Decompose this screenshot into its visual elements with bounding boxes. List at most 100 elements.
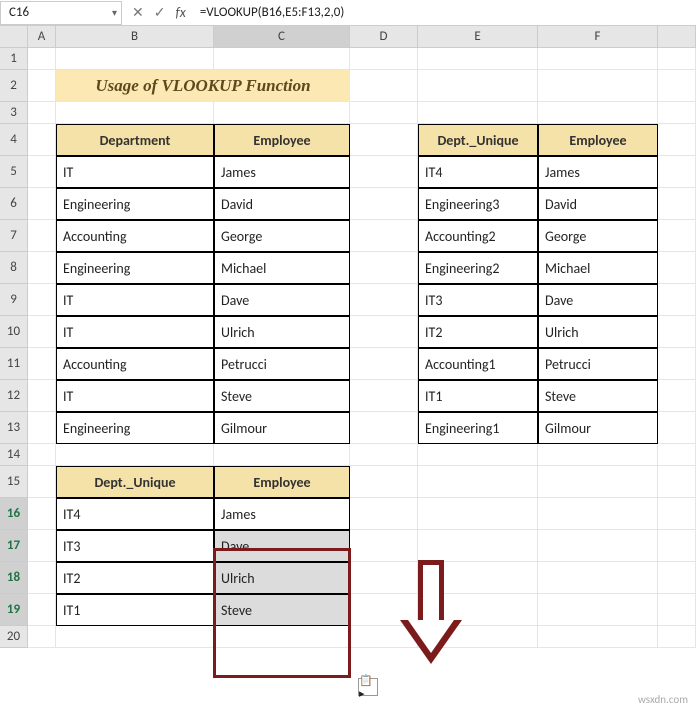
row-header[interactable]: 2 — [0, 70, 28, 102]
cell[interactable] — [658, 380, 696, 412]
table3-cell[interactable]: James — [214, 498, 350, 530]
cell[interactable] — [350, 348, 418, 380]
cell[interactable] — [538, 498, 658, 530]
cell[interactable] — [658, 102, 696, 124]
cell[interactable] — [350, 188, 418, 220]
cell[interactable] — [658, 498, 696, 530]
row-header[interactable]: 10 — [0, 316, 28, 348]
table2-cell[interactable]: Accounting1 — [418, 348, 538, 380]
cell[interactable] — [28, 444, 56, 466]
cell[interactable] — [658, 156, 696, 188]
cell[interactable] — [350, 48, 418, 70]
cell[interactable] — [350, 444, 418, 466]
cell[interactable] — [658, 48, 696, 70]
cell[interactable] — [350, 220, 418, 252]
table1-cell[interactable]: Michael — [214, 252, 350, 284]
cell[interactable] — [658, 348, 696, 380]
row-header[interactable]: 19 — [0, 594, 28, 626]
table1-cell[interactable]: Engineering — [56, 412, 214, 444]
cell[interactable] — [350, 530, 418, 562]
cell[interactable] — [28, 498, 56, 530]
cell[interactable] — [658, 444, 696, 466]
table1-cell[interactable]: IT — [56, 156, 214, 188]
select-all-corner[interactable] — [0, 26, 28, 47]
table2-cell[interactable]: George — [538, 220, 658, 252]
table3-cell[interactable]: IT1 — [56, 594, 214, 626]
confirm-icon[interactable]: ✓ — [154, 4, 166, 21]
row-header[interactable]: 7 — [0, 220, 28, 252]
row-header[interactable]: 1 — [0, 48, 28, 70]
cell[interactable] — [28, 412, 56, 444]
cell[interactable] — [56, 102, 214, 124]
table3-cell[interactable]: Dave — [214, 530, 350, 562]
cell[interactable] — [658, 252, 696, 284]
cell[interactable] — [658, 466, 696, 498]
spreadsheet-grid[interactable]: A B C D E F 12Usage of VLOOKUP Function3… — [0, 26, 696, 648]
cell[interactable] — [658, 562, 696, 594]
cell[interactable] — [538, 444, 658, 466]
row-header[interactable]: 6 — [0, 188, 28, 220]
cell[interactable] — [56, 444, 214, 466]
col-header-D[interactable]: D — [350, 26, 418, 47]
cell[interactable] — [658, 594, 696, 626]
table1-cell[interactable]: Accounting — [56, 348, 214, 380]
cell[interactable] — [214, 626, 350, 648]
cell[interactable] — [28, 466, 56, 498]
row-header[interactable]: 14 — [0, 444, 28, 466]
cell[interactable] — [28, 530, 56, 562]
cell[interactable] — [28, 380, 56, 412]
table2-cell[interactable]: David — [538, 188, 658, 220]
cell[interactable] — [28, 124, 56, 156]
col-header-G[interactable] — [658, 26, 696, 47]
table1-cell[interactable]: IT — [56, 316, 214, 348]
cell[interactable] — [28, 220, 56, 252]
cell[interactable] — [418, 444, 538, 466]
table1-cell[interactable]: Steve — [214, 380, 350, 412]
cell[interactable] — [28, 348, 56, 380]
cell[interactable] — [350, 316, 418, 348]
cell[interactable] — [28, 70, 56, 102]
col-header-B[interactable]: B — [56, 26, 214, 47]
cell[interactable] — [28, 102, 56, 124]
cell[interactable] — [350, 284, 418, 316]
table2-cell[interactable]: James — [538, 156, 658, 188]
col-header-A[interactable]: A — [28, 26, 56, 47]
row-header[interactable]: 16 — [0, 498, 28, 530]
cell[interactable] — [28, 284, 56, 316]
cell[interactable] — [350, 380, 418, 412]
cell[interactable] — [418, 102, 538, 124]
cell[interactable] — [28, 594, 56, 626]
table2-cell[interactable]: Engineering2 — [418, 252, 538, 284]
row-header[interactable]: 13 — [0, 412, 28, 444]
table2-cell[interactable]: Michael — [538, 252, 658, 284]
table1-cell[interactable]: Ulrich — [214, 316, 350, 348]
col-header-C[interactable]: C — [214, 26, 350, 47]
row-header[interactable]: 11 — [0, 348, 28, 380]
table1-cell[interactable]: David — [214, 188, 350, 220]
cell[interactable] — [658, 124, 696, 156]
cell[interactable] — [350, 70, 418, 102]
table2-cell[interactable]: Petrucci — [538, 348, 658, 380]
cell[interactable] — [214, 48, 350, 70]
cell[interactable] — [658, 316, 696, 348]
table3-cell[interactable]: Steve — [214, 594, 350, 626]
cell[interactable] — [214, 102, 350, 124]
cell[interactable] — [56, 48, 214, 70]
row-header[interactable]: 8 — [0, 252, 28, 284]
table1-cell[interactable]: Engineering — [56, 188, 214, 220]
table2-cell[interactable]: IT2 — [418, 316, 538, 348]
table1-cell[interactable]: IT — [56, 284, 214, 316]
row-header[interactable]: 20 — [0, 626, 28, 648]
cell[interactable] — [28, 48, 56, 70]
cell[interactable] — [658, 188, 696, 220]
cell[interactable] — [418, 70, 538, 102]
cell[interactable] — [538, 70, 658, 102]
table2-cell[interactable]: Dave — [538, 284, 658, 316]
table1-cell[interactable]: George — [214, 220, 350, 252]
cell[interactable] — [538, 48, 658, 70]
table1-cell[interactable]: Engineering — [56, 252, 214, 284]
cell[interactable] — [350, 466, 418, 498]
table3-cell[interactable]: Ulrich — [214, 562, 350, 594]
cell[interactable] — [418, 498, 538, 530]
cell[interactable] — [28, 316, 56, 348]
